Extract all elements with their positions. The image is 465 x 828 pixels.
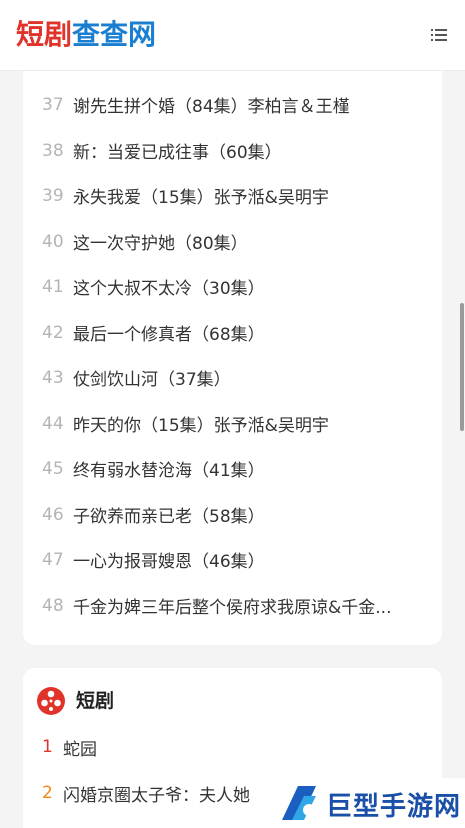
list-item[interactable]: 40 这一次守护她（80集） — [23, 219, 442, 264]
watermark-logo-icon — [276, 780, 322, 826]
rank-title[interactable]: 蛇园 — [63, 735, 97, 760]
watermark: 巨型手游网 — [274, 778, 465, 828]
item-number: 41 — [42, 276, 64, 297]
list-item[interactable]: 38 新：当爱已成往事（60集） — [23, 128, 442, 173]
list-item[interactable]: 41 这个大叔不太冷（30集） — [23, 264, 442, 309]
logo-part2: 查查网 — [72, 18, 157, 51]
item-number: 47 — [42, 549, 64, 570]
rank-item[interactable]: 1 蛇园 — [23, 730, 423, 764]
list-item[interactable]: 45 终有弱水替沧海（41集） — [23, 446, 442, 491]
item-number: 45 — [42, 458, 64, 479]
menu-list-icon[interactable] — [428, 24, 450, 46]
item-number: 37 — [42, 94, 64, 115]
item-title[interactable]: 这个大叔不太冷（30集） — [73, 274, 423, 299]
item-number: 39 — [42, 185, 64, 206]
item-title[interactable]: 谢先生拼个婚（84集）李柏言＆王槿 — [73, 92, 423, 117]
rank-title[interactable]: 闪婚京圈太子爷：夫人她 — [63, 781, 250, 806]
scrollbar[interactable] — [460, 303, 464, 431]
list-item[interactable]: 47 一心为报哥嫂恩（46集） — [23, 537, 442, 582]
item-title[interactable]: 永失我爱（15集）张予湉&吴明宇 — [73, 183, 423, 208]
drama-list-card: 37 谢先生拼个婚（84集）李柏言＆王槿 38 新：当爱已成往事（60集） 39… — [23, 71, 442, 645]
item-number: 46 — [42, 504, 64, 525]
item-title[interactable]: 终有弱水替沧海（41集） — [73, 456, 423, 481]
logo-part1: 短剧 — [16, 18, 73, 51]
film-reel-icon — [36, 686, 66, 716]
item-number: 48 — [42, 595, 64, 616]
list-item[interactable]: 48 千金为婢三年后整个侯府求我原谅&千金... — [23, 583, 442, 628]
rank-number: 1 — [42, 737, 53, 757]
item-title[interactable]: 最后一个修真者（68集） — [73, 320, 423, 345]
item-title[interactable]: 子欲养而亲已老（58集） — [73, 502, 423, 527]
list-item[interactable]: 37 谢先生拼个婚（84集）李柏言＆王槿 — [23, 82, 442, 127]
item-title[interactable]: 仗剑饮山河（37集） — [73, 365, 423, 390]
list-item[interactable]: 42 最后一个修真者（68集） — [23, 310, 442, 355]
item-number: 40 — [42, 231, 64, 252]
top-header: 短剧查查网 — [0, 0, 465, 71]
site-logo[interactable]: 短剧查查网 — [16, 17, 156, 53]
list-item[interactable]: 46 子欲养而亲已老（58集） — [23, 492, 442, 537]
item-number: 42 — [42, 322, 64, 343]
list-item[interactable]: 39 永失我爱（15集）张予湉&吴明宇 — [23, 173, 442, 218]
item-title[interactable]: 这一次守护她（80集） — [73, 229, 423, 254]
item-title[interactable]: 一心为报哥嫂恩（46集） — [73, 547, 423, 572]
item-number: 44 — [42, 413, 64, 434]
section-title: 短剧 — [76, 690, 115, 712]
item-title[interactable]: 昨天的你（15集）张予湉&吴明宇 — [73, 411, 423, 436]
item-number: 38 — [42, 140, 64, 161]
item-number: 43 — [42, 367, 64, 388]
item-title[interactable]: 新：当爱已成往事（60集） — [73, 138, 423, 163]
list-item[interactable]: 43 仗剑饮山河（37集） — [23, 355, 442, 400]
watermark-text: 巨型手游网 — [326, 792, 462, 822]
list-item[interactable]: 44 昨天的你（15集）张予湉&吴明宇 — [23, 401, 442, 446]
item-title[interactable]: 千金为婢三年后整个侯府求我原谅&千金... — [73, 593, 423, 618]
rank-number: 2 — [42, 783, 53, 803]
